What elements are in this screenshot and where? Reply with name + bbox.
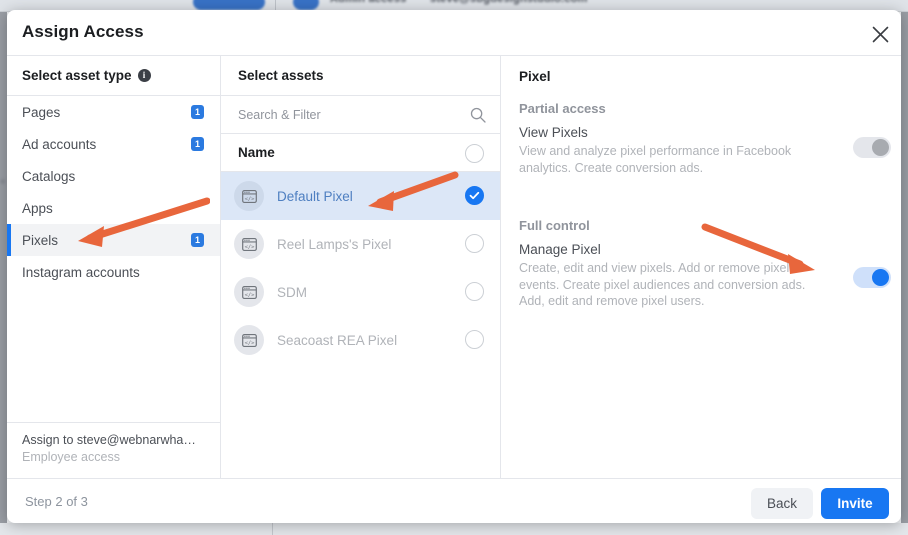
assign-to-block: Assign to steve@webnarwha… Employee acce… xyxy=(7,422,220,479)
permission-item-title: Manage Pixel xyxy=(519,242,601,257)
asset-type-item-label: Instagram accounts xyxy=(22,264,140,280)
background-avatar xyxy=(293,0,319,10)
pixel-code-icon: </> xyxy=(234,229,264,259)
pixel-code-icon: </> xyxy=(234,277,264,307)
asset-list-item[interactable]: </> SDM xyxy=(221,268,500,316)
asset-type-item-label: Ad accounts xyxy=(22,136,97,152)
background-left-edge xyxy=(0,12,7,523)
background-divider-2 xyxy=(272,523,273,535)
close-button[interactable] xyxy=(867,21,893,47)
background-bottom-strip xyxy=(0,523,908,535)
permission-group: Full control Manage Pixel Create, edit and… xyxy=(519,218,889,310)
svg-text:</>: </> xyxy=(244,292,255,298)
invite-button[interactable]: Invite xyxy=(821,488,889,519)
asset-type-item-label: Pages xyxy=(22,104,61,120)
asset-list-item-name: SDM xyxy=(277,284,307,300)
modal-header: Assign Access xyxy=(7,10,901,55)
modal-footer: Step 2 of 3 Back Invite xyxy=(7,478,901,523)
step-indicator: Step 2 of 3 xyxy=(25,494,88,509)
back-button[interactable]: Back xyxy=(751,488,813,519)
assign-access-modal: Assign Access Select asset type i Pages 1… xyxy=(7,10,901,523)
svg-text:</>: </> xyxy=(244,244,255,250)
asset-type-list: Pages 1 Ad accounts 1 Catalogs Apps Pixels 1 Ins… xyxy=(7,96,220,288)
svg-text:</>: </> xyxy=(244,340,255,346)
close-icon xyxy=(872,26,889,43)
asset-type-item-instagram-accounts[interactable]: Instagram accounts xyxy=(7,256,220,288)
assign-to-access-level: Employee access xyxy=(22,450,120,464)
columns-region: Select asset type i Pages 1 Ad accounts 1 Ca… xyxy=(7,55,901,479)
pixel-code-icon: </> xyxy=(234,181,264,211)
background-sliver: ● xyxy=(0,176,6,186)
info-icon[interactable]: i xyxy=(137,69,151,82)
permission-group-title: Full control xyxy=(519,218,590,233)
select-assets-column: Select assets Name </> Defau xyxy=(221,56,500,479)
asset-radio[interactable] xyxy=(465,234,484,253)
asset-type-item-pages[interactable]: Pages 1 xyxy=(7,96,220,128)
background-email-label: steve@sbgdesignstudio.com xyxy=(430,0,588,5)
assets-header: Select assets xyxy=(221,56,500,96)
asset-list-item[interactable]: </> Reel Lamps's Pixel xyxy=(221,220,500,268)
assets-name-column-header-row: Name xyxy=(221,134,500,172)
select-all-radio[interactable] xyxy=(465,144,484,163)
asset-type-item-ad-accounts[interactable]: Ad accounts 1 xyxy=(7,128,220,160)
assets-list: </> Default Pixel </> Reel Lamps's Pixel… xyxy=(221,172,500,364)
permissions-header: Pixel xyxy=(501,56,901,96)
search-row xyxy=(221,96,500,134)
asset-list-item-name: Seacoast REA Pixel xyxy=(277,332,398,348)
asset-type-item-apps[interactable]: Apps xyxy=(7,192,220,224)
asset-list-item[interactable]: </> Default Pixel xyxy=(221,172,500,220)
asset-list-item-name: Reel Lamps's Pixel xyxy=(277,236,392,252)
permission-group: Partial access View Pixels View and analyz… xyxy=(519,101,889,176)
permission-item: View Pixels View and analyze pixel perfor… xyxy=(519,125,889,176)
select-asset-type-column: Select asset type i Pages 1 Ad accounts 1 Ca… xyxy=(7,56,220,479)
svg-text:</>: </> xyxy=(244,196,255,202)
asset-type-item-label: Catalogs xyxy=(22,168,76,184)
permissions-column: Pixel Partial access View Pixels View and … xyxy=(501,56,901,479)
asset-radio[interactable] xyxy=(465,330,484,349)
asset-type-item-catalogs[interactable]: Catalogs xyxy=(7,160,220,192)
asset-type-item-pixels[interactable]: Pixels 1 xyxy=(7,224,220,256)
permission-item: Manage Pixel Create, edit and view pixels… xyxy=(519,242,889,310)
permission-toggle-view-pixels[interactable] xyxy=(853,137,891,158)
asset-type-header: Select asset type i xyxy=(7,56,220,96)
search-input[interactable] xyxy=(238,107,448,122)
asset-type-header-label: Select asset type xyxy=(22,68,132,83)
assets-name-column-header: Name xyxy=(238,145,275,160)
permission-group-title: Partial access xyxy=(519,101,606,116)
asset-list-item-name: Default Pixel xyxy=(277,188,353,204)
background-chip xyxy=(193,0,265,10)
asset-type-item-count-badge: 1 xyxy=(191,105,204,119)
permission-item-description: View and analyze pixel performance in Fa… xyxy=(519,144,792,175)
toggle-knob xyxy=(872,139,889,156)
asset-type-item-count-badge: 1 xyxy=(191,233,204,247)
asset-type-item-label: Apps xyxy=(22,200,53,216)
permissions-header-label: Pixel xyxy=(519,68,551,84)
toggle-knob xyxy=(872,269,889,286)
asset-radio-checked[interactable] xyxy=(465,186,484,205)
search-icon[interactable] xyxy=(470,107,486,123)
assign-to-user: Assign to steve@webnarwha… xyxy=(22,433,196,447)
asset-radio[interactable] xyxy=(465,282,484,301)
background-right-edge xyxy=(901,12,908,523)
asset-type-item-count-badge: 1 xyxy=(191,137,204,151)
page-title: Assign Access xyxy=(22,22,144,41)
permission-toggle-manage-pixel[interactable] xyxy=(853,267,891,288)
permission-item-title: View Pixels xyxy=(519,125,588,140)
asset-type-item-label: Pixels xyxy=(22,232,59,248)
asset-list-item[interactable]: </> Seacoast REA Pixel xyxy=(221,316,500,364)
permission-item-description: Create, edit and view pixels. Add or rem… xyxy=(519,261,806,308)
background-admin-access-label: Admin access xyxy=(330,0,406,5)
pixel-code-icon: </> xyxy=(234,325,264,355)
assets-header-label: Select assets xyxy=(238,68,324,83)
